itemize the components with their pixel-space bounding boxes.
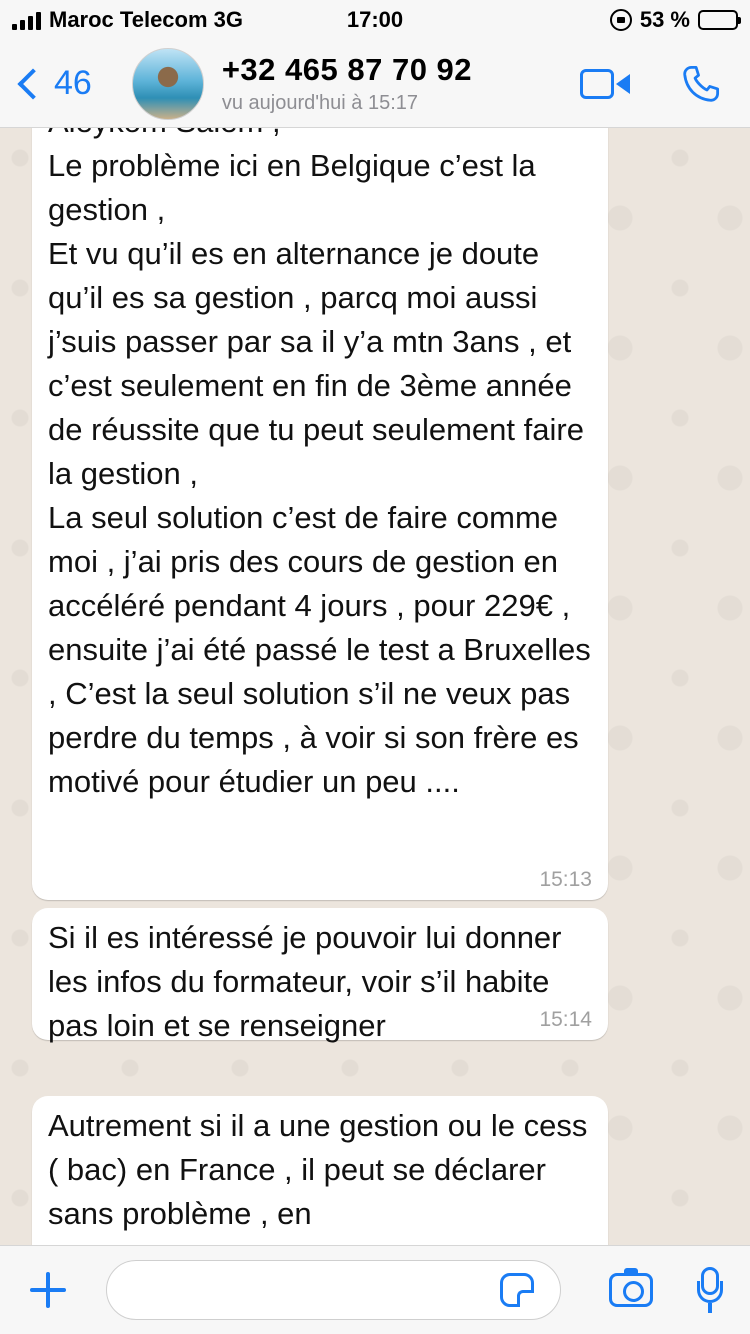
message-bubble[interactable]: Si il es intéressé je pouvoir lui donner… — [32, 908, 608, 1043]
message-time: 15:14 — [539, 1008, 592, 1031]
chat-area[interactable]: Aleykom Salem , Le problème ici en Belgi… — [0, 128, 750, 1245]
signal-icon — [12, 10, 41, 30]
header-actions — [580, 63, 722, 105]
contact-info[interactable]: +32 465 87 70 92 vu aujourd'hui à 15:17 — [222, 52, 472, 115]
message-time: 15:13 — [539, 868, 592, 891]
plus-icon[interactable] — [28, 1270, 68, 1310]
message-input[interactable] — [106, 1260, 561, 1320]
camera-icon[interactable] — [609, 1268, 653, 1307]
status-bar: Maroc Telecom 3G 17:00 53 % — [0, 0, 750, 40]
microphone-icon[interactable] — [697, 1267, 723, 1313]
rotation-lock-icon — [609, 9, 632, 31]
phone-call-icon[interactable] — [680, 63, 722, 105]
message-bubble[interactable]: Aleykom Salem , Le problème ici en Belgi… — [32, 128, 608, 900]
message-bubble[interactable]: Autrement si il a une gestion ou le cess… — [32, 1096, 608, 1245]
chat-header: 46 +32 465 87 70 92 vu aujourd'hui à 15:… — [0, 40, 750, 128]
status-right: 53 % — [609, 7, 741, 33]
video-call-icon[interactable] — [580, 68, 630, 99]
back-button[interactable]: 46 — [14, 64, 92, 103]
unread-count: 46 — [54, 64, 92, 102]
battery-icon — [698, 10, 741, 30]
message-text: Autrement si il a une gestion ou le cess… — [48, 1108, 588, 1231]
message-text: Si il es intéressé je pouvoir lui donner… — [48, 920, 562, 1043]
chevron-left-icon — [17, 67, 49, 100]
carrier-label: Maroc Telecom 3G — [49, 7, 243, 32]
contact-name: +32 465 87 70 92 — [221, 52, 473, 87]
last-seen: vu aujourd'hui à 15:17 — [221, 92, 419, 114]
sticker-icon[interactable] — [500, 1273, 534, 1307]
message-text: Aleykom Salem , Le problème ici en Belgi… — [48, 128, 591, 799]
avatar[interactable] — [131, 47, 204, 120]
battery-percent: 53 % — [639, 7, 690, 32]
input-bar — [0, 1245, 750, 1334]
